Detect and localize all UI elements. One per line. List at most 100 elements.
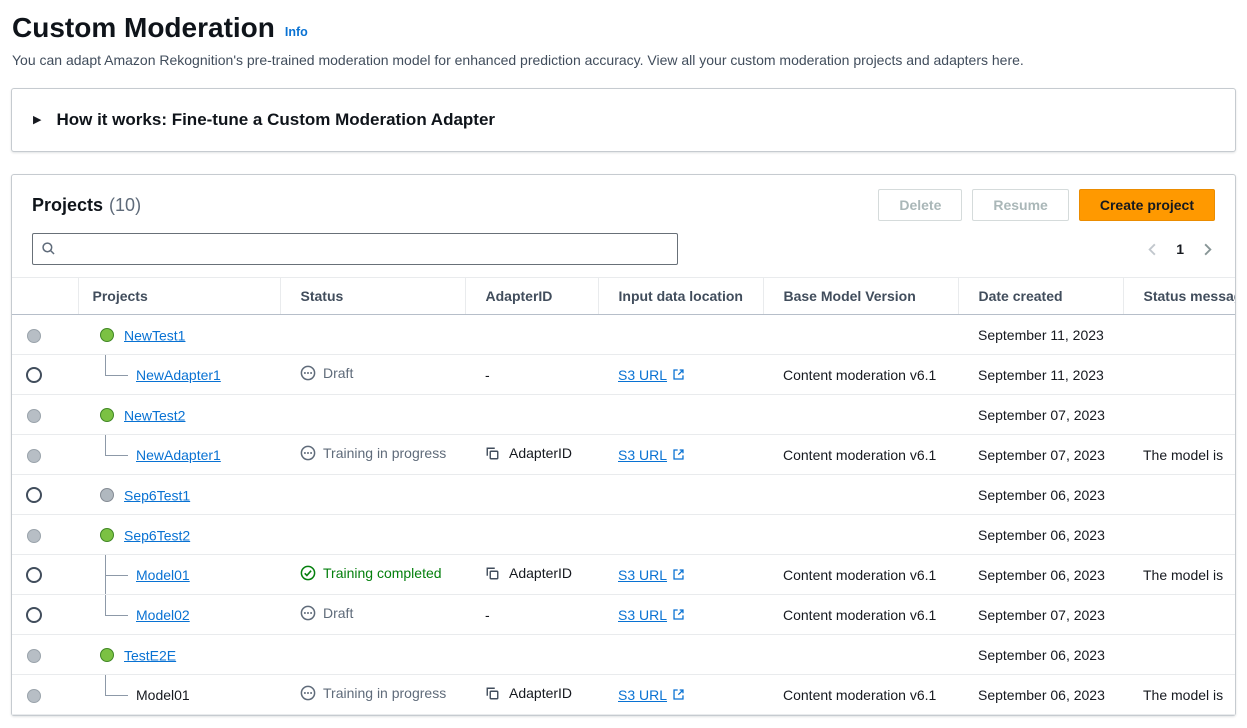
s3-location-cell: S3 URL [598, 435, 763, 475]
adapter-name: Model01 [136, 687, 190, 703]
status-message-cell [1123, 635, 1235, 675]
custom-moderation-page: Custom Moderation Info You can adapt Ama… [0, 0, 1247, 728]
adapter-id-cell [465, 475, 598, 515]
adapter-id-label: AdapterID [509, 685, 572, 701]
column-header-input-data-location: Input data location [598, 278, 763, 315]
status-indicator: Draft [300, 605, 353, 621]
row-radio [27, 689, 41, 703]
adapter-name-link[interactable]: Model02 [136, 607, 190, 623]
search-input[interactable] [32, 233, 678, 265]
adapter-row: NewAdapter1 Training in progress AdapterID… [12, 435, 1235, 475]
external-link-icon [672, 608, 685, 621]
adapter-id: AdapterID [485, 445, 572, 461]
row-radio [27, 449, 41, 463]
projects-table-body: NewTest1 September 11, 2023 NewAdapter1 Dra… [12, 315, 1235, 715]
name-cell: NewTest2 [78, 395, 280, 435]
panel-header: Projects (10) Delete Resume Create projec… [12, 175, 1235, 225]
s3-url-link[interactable]: S3 URL [618, 367, 685, 383]
base-model-version: Content moderation v6.1 [783, 447, 936, 463]
status-label: Training completed [323, 565, 442, 581]
row-radio [27, 649, 41, 663]
project-name-link[interactable]: NewTest2 [124, 407, 185, 423]
projects-count: (10) [109, 195, 141, 215]
project-status-dot [100, 328, 114, 342]
s3-url-link[interactable]: S3 URL [618, 447, 685, 463]
next-page-button[interactable] [1200, 242, 1215, 257]
tree-connector-icon [105, 355, 128, 376]
status-cell: Training in progress [280, 435, 465, 475]
selection-cell [12, 635, 78, 675]
adapter-name-link[interactable]: NewAdapter1 [136, 367, 221, 383]
date-created-cell: September 06, 2023 [958, 555, 1123, 595]
row-radio[interactable] [26, 567, 42, 583]
project-row: Sep6Test2 September 06, 2023 [12, 515, 1235, 555]
projects-table: Projects Status AdapterID Input data loc… [12, 277, 1235, 715]
title-line: Custom Moderation Info [12, 12, 1233, 44]
column-header-base-model-version: Base Model Version [763, 278, 958, 315]
column-header-status: Status [280, 278, 465, 315]
status-message-cell: The model is [1123, 675, 1235, 715]
tree-connector-icon [105, 675, 128, 696]
base-model-version: Content moderation v6.1 [783, 607, 936, 623]
row-radio[interactable] [26, 607, 42, 623]
create-project-button[interactable]: Create project [1079, 189, 1215, 221]
date-created: September 07, 2023 [978, 407, 1105, 423]
s3-location-cell [598, 315, 763, 355]
adapter-id-label: AdapterID [509, 445, 572, 461]
resume-button[interactable]: Resume [972, 189, 1068, 221]
status-pending-icon [300, 685, 316, 701]
selection-cell [12, 435, 78, 475]
adapter-name-link[interactable]: Model01 [136, 567, 190, 583]
copy-icon[interactable] [485, 566, 500, 581]
project-name-link[interactable]: Sep6Test1 [124, 487, 190, 503]
s3-url-link[interactable]: S3 URL [618, 567, 685, 583]
adapter-id-label: AdapterID [509, 565, 572, 581]
status-indicator: Draft [300, 365, 353, 381]
current-page[interactable]: 1 [1176, 241, 1184, 257]
adapter-id: AdapterID [485, 685, 572, 701]
how-it-works-expander[interactable]: ▶ How it works: Fine-tune a Custom Moder… [11, 88, 1236, 152]
status-message-cell [1123, 475, 1235, 515]
date-created: September 06, 2023 [978, 567, 1105, 583]
projects-heading-title: Projects [32, 195, 103, 215]
name-cell: NewAdapter1 [78, 435, 280, 475]
date-created: September 06, 2023 [978, 647, 1105, 663]
page-title: Custom Moderation [12, 12, 275, 44]
project-status-dot [100, 648, 114, 662]
delete-button[interactable]: Delete [878, 189, 962, 221]
date-created: September 11, 2023 [978, 367, 1104, 383]
project-name-link[interactable]: TestE2E [124, 647, 176, 663]
status-label: Training in progress [323, 685, 446, 701]
copy-icon[interactable] [485, 686, 500, 701]
search-icon [41, 241, 56, 256]
row-radio[interactable] [26, 487, 42, 503]
adapter-id-cell [465, 635, 598, 675]
status-pending-icon [300, 365, 316, 381]
adapter-id-cell: AdapterID [465, 555, 598, 595]
base-model-cell [763, 395, 958, 435]
status-cell [280, 315, 465, 355]
adapter-name-link[interactable]: NewAdapter1 [136, 447, 221, 463]
status-label: Draft [323, 605, 353, 621]
status-success-icon [300, 565, 316, 581]
s3-url-link[interactable]: S3 URL [618, 607, 685, 623]
name-cell: NewAdapter1 [78, 355, 280, 395]
date-created-cell: September 06, 2023 [958, 515, 1123, 555]
status-cell: Draft [280, 355, 465, 395]
search-box [32, 233, 678, 265]
date-created-cell: September 06, 2023 [958, 675, 1123, 715]
pagination: 1 [1145, 241, 1215, 257]
project-name-link[interactable]: Sep6Test2 [124, 527, 190, 543]
row-radio[interactable] [26, 367, 42, 383]
adapter-id-cell [465, 315, 598, 355]
name-cell: TestE2E [78, 635, 280, 675]
project-name-link[interactable]: NewTest1 [124, 327, 185, 343]
s3-url-link[interactable]: S3 URL [618, 687, 685, 703]
project-status-dot [100, 528, 114, 542]
base-model-cell: Content moderation v6.1 [763, 675, 958, 715]
info-link[interactable]: Info [285, 25, 308, 39]
panel-actions: Delete Resume Create project [878, 189, 1215, 221]
copy-icon[interactable] [485, 446, 500, 461]
page-header: Custom Moderation Info You can adapt Ama… [0, 0, 1247, 68]
adapter-id-cell: - [465, 595, 598, 635]
